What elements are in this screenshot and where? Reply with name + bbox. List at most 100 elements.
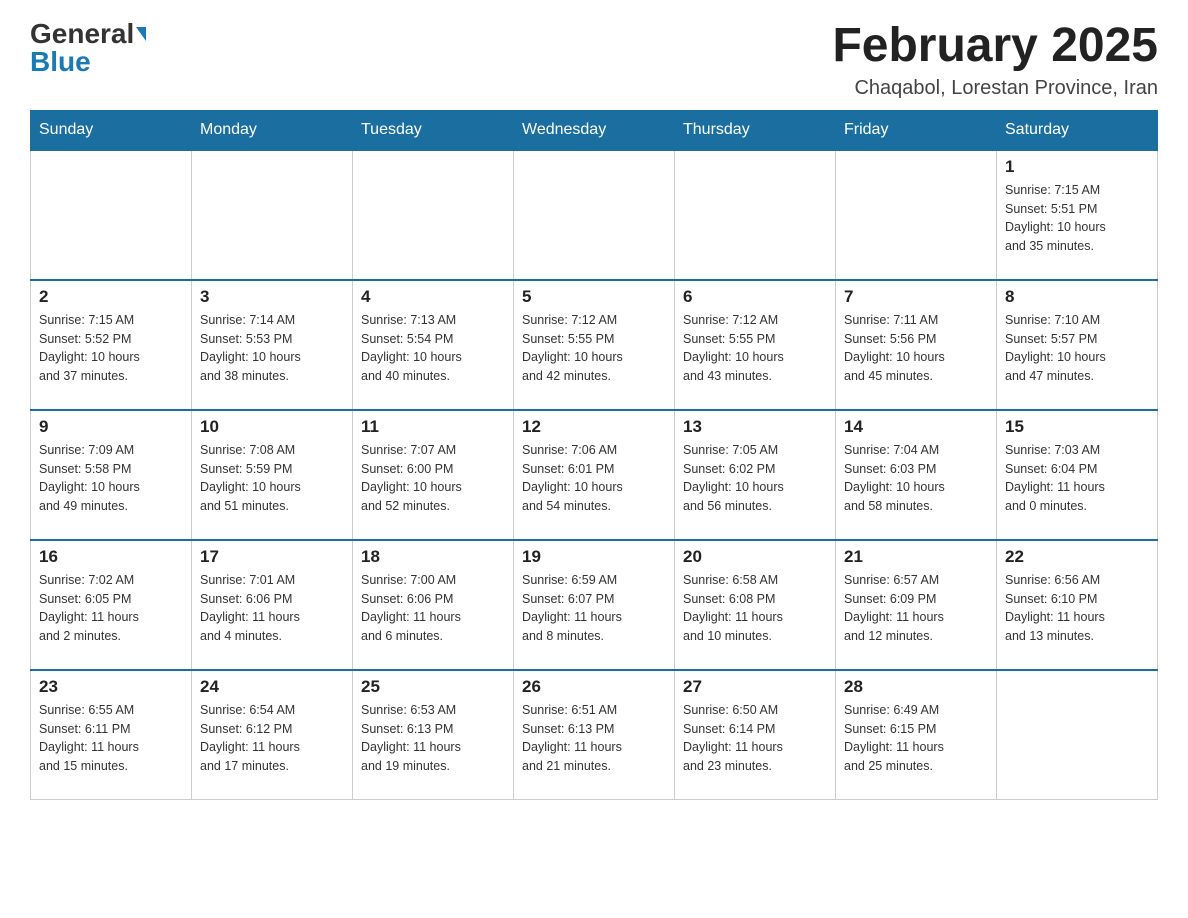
calendar-cell: 6 Sunrise: 7:12 AM Sunset: 5:55 PM Daylig… bbox=[675, 280, 836, 410]
calendar-cell bbox=[192, 150, 353, 280]
calendar-week-4: 16 Sunrise: 7:02 AM Sunset: 6:05 PM Dayli… bbox=[31, 540, 1158, 670]
day-info: Sunrise: 7:09 AM Sunset: 5:58 PM Dayligh… bbox=[39, 441, 183, 516]
day-info: Sunrise: 6:49 AM Sunset: 6:15 PM Dayligh… bbox=[844, 701, 988, 776]
day-info: Sunrise: 7:06 AM Sunset: 6:01 PM Dayligh… bbox=[522, 441, 666, 516]
calendar-cell: 1 Sunrise: 7:15 AM Sunset: 5:51 PM Daylig… bbox=[997, 150, 1158, 280]
logo: General Blue bbox=[30, 20, 146, 76]
calendar-table: SundayMondayTuesdayWednesdayThursdayFrid… bbox=[30, 110, 1158, 801]
day-info: Sunrise: 7:01 AM Sunset: 6:06 PM Dayligh… bbox=[200, 571, 344, 646]
day-number: 26 bbox=[522, 677, 666, 697]
calendar-cell: 2 Sunrise: 7:15 AM Sunset: 5:52 PM Daylig… bbox=[31, 280, 192, 410]
calendar-cell: 12Sunrise: 7:06 AM Sunset: 6:01 PM Dayli… bbox=[514, 410, 675, 540]
calendar-cell: 22 Sunrise: 6:56 AM Sunset: 6:10 PM Dayli… bbox=[997, 540, 1158, 670]
calendar-cell: 25 Sunrise: 6:53 AM Sunset: 6:13 PM Dayli… bbox=[353, 670, 514, 800]
calendar-cell: 13 Sunrise: 7:05 AM Sunset: 6:02 PM Dayli… bbox=[675, 410, 836, 540]
day-info: Sunrise: 6:57 AM Sunset: 6:09 PM Dayligh… bbox=[844, 571, 988, 646]
day-info: Sunrise: 6:56 AM Sunset: 6:10 PM Dayligh… bbox=[1005, 571, 1149, 646]
day-header-monday: Monday bbox=[192, 110, 353, 150]
logo-general: General bbox=[30, 20, 134, 48]
day-info: Sunrise: 6:51 AM Sunset: 6:13 PM Dayligh… bbox=[522, 701, 666, 776]
logo-blue: Blue bbox=[30, 46, 91, 77]
day-number: 15 bbox=[1005, 417, 1149, 437]
day-info: Sunrise: 7:11 AM Sunset: 5:56 PM Dayligh… bbox=[844, 311, 988, 386]
month-title: February 2025 bbox=[832, 20, 1158, 73]
day-number: 27 bbox=[683, 677, 827, 697]
location-title: Chaqabol, Lorestan Province, Iran bbox=[832, 77, 1158, 100]
day-number: 23 bbox=[39, 677, 183, 697]
calendar-cell: 24 Sunrise: 6:54 AM Sunset: 6:12 PM Dayli… bbox=[192, 670, 353, 800]
calendar-cell: 23 Sunrise: 6:55 AM Sunset: 6:11 PM Dayli… bbox=[31, 670, 192, 800]
calendar-cell: 14 Sunrise: 7:04 AM Sunset: 6:03 PM Dayli… bbox=[836, 410, 997, 540]
day-info: Sunrise: 7:13 AM Sunset: 5:54 PM Dayligh… bbox=[361, 311, 505, 386]
day-number: 2 bbox=[39, 287, 183, 307]
day-number: 13 bbox=[683, 417, 827, 437]
day-info: Sunrise: 7:03 AM Sunset: 6:04 PM Dayligh… bbox=[1005, 441, 1149, 516]
day-number: 6 bbox=[683, 287, 827, 307]
calendar-cell: 4 Sunrise: 7:13 AM Sunset: 5:54 PM Daylig… bbox=[353, 280, 514, 410]
calendar-cell: 21 Sunrise: 6:57 AM Sunset: 6:09 PM Dayli… bbox=[836, 540, 997, 670]
calendar-cell: 15 Sunrise: 7:03 AM Sunset: 6:04 PM Dayli… bbox=[997, 410, 1158, 540]
calendar-week-3: 9 Sunrise: 7:09 AM Sunset: 5:58 PM Daylig… bbox=[31, 410, 1158, 540]
day-info: Sunrise: 7:12 AM Sunset: 5:55 PM Dayligh… bbox=[522, 311, 666, 386]
day-number: 9 bbox=[39, 417, 183, 437]
day-number: 11 bbox=[361, 417, 505, 437]
calendar-week-5: 23 Sunrise: 6:55 AM Sunset: 6:11 PM Dayli… bbox=[31, 670, 1158, 800]
day-number: 18 bbox=[361, 547, 505, 567]
day-number: 17 bbox=[200, 547, 344, 567]
calendar-cell: 28 Sunrise: 6:49 AM Sunset: 6:15 PM Dayli… bbox=[836, 670, 997, 800]
calendar-cell: 5 Sunrise: 7:12 AM Sunset: 5:55 PM Daylig… bbox=[514, 280, 675, 410]
day-info: Sunrise: 7:05 AM Sunset: 6:02 PM Dayligh… bbox=[683, 441, 827, 516]
calendar-cell bbox=[836, 150, 997, 280]
calendar-cell: 17 Sunrise: 7:01 AM Sunset: 6:06 PM Dayli… bbox=[192, 540, 353, 670]
calendar-cell: 26 Sunrise: 6:51 AM Sunset: 6:13 PM Dayli… bbox=[514, 670, 675, 800]
day-header-saturday: Saturday bbox=[997, 110, 1158, 150]
day-number: 20 bbox=[683, 547, 827, 567]
logo-triangle-icon bbox=[136, 27, 146, 41]
day-info: Sunrise: 7:12 AM Sunset: 5:55 PM Dayligh… bbox=[683, 311, 827, 386]
calendar-week-2: 2 Sunrise: 7:15 AM Sunset: 5:52 PM Daylig… bbox=[31, 280, 1158, 410]
calendar-cell: 10 Sunrise: 7:08 AM Sunset: 5:59 PM Dayli… bbox=[192, 410, 353, 540]
day-number: 22 bbox=[1005, 547, 1149, 567]
day-number: 10 bbox=[200, 417, 344, 437]
day-number: 5 bbox=[522, 287, 666, 307]
calendar-cell: 8Sunrise: 7:10 AM Sunset: 5:57 PM Daylig… bbox=[997, 280, 1158, 410]
day-number: 25 bbox=[361, 677, 505, 697]
title-area: February 2025 Chaqabol, Lorestan Provinc… bbox=[832, 20, 1158, 100]
day-info: Sunrise: 6:55 AM Sunset: 6:11 PM Dayligh… bbox=[39, 701, 183, 776]
page-header: General Blue February 2025 Chaqabol, Lor… bbox=[30, 20, 1158, 100]
calendar-cell: 27Sunrise: 6:50 AM Sunset: 6:14 PM Dayli… bbox=[675, 670, 836, 800]
calendar-header-row: SundayMondayTuesdayWednesdayThursdayFrid… bbox=[31, 110, 1158, 150]
calendar-cell: 18 Sunrise: 7:00 AM Sunset: 6:06 PM Dayli… bbox=[353, 540, 514, 670]
day-info: Sunrise: 7:00 AM Sunset: 6:06 PM Dayligh… bbox=[361, 571, 505, 646]
day-header-thursday: Thursday bbox=[675, 110, 836, 150]
day-number: 3 bbox=[200, 287, 344, 307]
day-info: Sunrise: 7:04 AM Sunset: 6:03 PM Dayligh… bbox=[844, 441, 988, 516]
calendar-cell bbox=[353, 150, 514, 280]
day-number: 16 bbox=[39, 547, 183, 567]
calendar-cell bbox=[514, 150, 675, 280]
day-number: 24 bbox=[200, 677, 344, 697]
day-number: 7 bbox=[844, 287, 988, 307]
calendar-cell bbox=[997, 670, 1158, 800]
day-number: 14 bbox=[844, 417, 988, 437]
day-info: Sunrise: 7:08 AM Sunset: 5:59 PM Dayligh… bbox=[200, 441, 344, 516]
day-info: Sunrise: 7:15 AM Sunset: 5:51 PM Dayligh… bbox=[1005, 181, 1149, 256]
calendar-cell: 9 Sunrise: 7:09 AM Sunset: 5:58 PM Daylig… bbox=[31, 410, 192, 540]
day-info: Sunrise: 7:15 AM Sunset: 5:52 PM Dayligh… bbox=[39, 311, 183, 386]
calendar-cell: 11 Sunrise: 7:07 AM Sunset: 6:00 PM Dayli… bbox=[353, 410, 514, 540]
day-number: 8 bbox=[1005, 287, 1149, 307]
day-info: Sunrise: 6:54 AM Sunset: 6:12 PM Dayligh… bbox=[200, 701, 344, 776]
day-header-wednesday: Wednesday bbox=[514, 110, 675, 150]
day-info: Sunrise: 7:07 AM Sunset: 6:00 PM Dayligh… bbox=[361, 441, 505, 516]
day-number: 1 bbox=[1005, 157, 1149, 177]
day-number: 21 bbox=[844, 547, 988, 567]
day-info: Sunrise: 6:59 AM Sunset: 6:07 PM Dayligh… bbox=[522, 571, 666, 646]
day-info: Sunrise: 7:14 AM Sunset: 5:53 PM Dayligh… bbox=[200, 311, 344, 386]
calendar-cell bbox=[31, 150, 192, 280]
day-number: 28 bbox=[844, 677, 988, 697]
calendar-cell: 7 Sunrise: 7:11 AM Sunset: 5:56 PM Daylig… bbox=[836, 280, 997, 410]
day-info: Sunrise: 7:02 AM Sunset: 6:05 PM Dayligh… bbox=[39, 571, 183, 646]
day-number: 19 bbox=[522, 547, 666, 567]
day-info: Sunrise: 6:53 AM Sunset: 6:13 PM Dayligh… bbox=[361, 701, 505, 776]
day-number: 4 bbox=[361, 287, 505, 307]
